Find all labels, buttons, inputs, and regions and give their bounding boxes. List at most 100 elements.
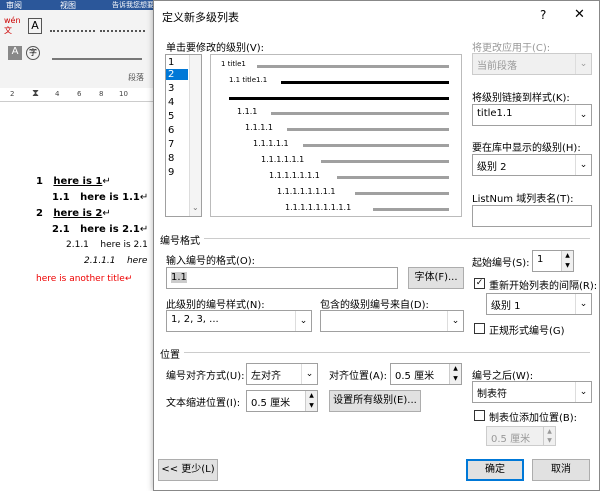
doc-heading-2[interactable]: 1.1 here is 1.1↵ [52,192,148,203]
chevron-down-icon[interactable]: ⌄ [447,311,463,331]
spin-up-icon[interactable]: ▲ [449,364,461,374]
level-item[interactable]: 7 [168,139,174,150]
number-format-input[interactable]: 1.1 [166,267,398,289]
legal-label: 正规形式编号(G) [489,326,565,337]
chevron-down-icon[interactable]: ⌄ [575,382,591,402]
preview-line-1: 1 title1 [221,60,246,68]
ruler-tick: 4 [55,90,60,98]
number-style-label: 此级别的编号样式(N): [166,300,265,311]
ruler: 2 ⧗ 4 6 8 10 [0,88,155,102]
less-button[interactable]: << 更少(L) [158,459,218,481]
doc-heading-3[interactable]: 2.1.1 here is 2.1 [66,240,148,250]
preview-line-3: 1.1.1 [237,107,258,116]
chevron-down-icon[interactable]: ⌄ [575,155,591,175]
dialog-title: 定义新多级列表 [162,11,239,24]
listnum-input[interactable] [472,205,592,227]
font-button[interactable]: 字体(F)... [408,267,464,289]
doc-heading-4[interactable]: 2.1.1.1 here [84,256,147,266]
gallery-level-select[interactable]: 级别 2 ⌄ [472,154,592,176]
preview-bar [287,128,449,131]
ruler-tick: 8 [99,90,104,98]
tab-view[interactable]: 视图 [60,0,76,11]
level-item[interactable]: 6 [168,125,174,136]
click-level-label: 单击要修改的级别(V): [166,43,265,54]
bullets-icon[interactable] [50,20,95,32]
level-item[interactable]: 5 [168,111,174,122]
indent-spinner[interactable]: 0.5 厘米 ▲ ▼ [246,390,318,412]
close-icon[interactable]: ✕ [574,7,585,22]
restart-checkbox[interactable]: ✓ [474,278,485,289]
level-item[interactable]: 9 [168,167,174,178]
align-at-label: 对齐位置(A): [329,371,388,382]
legal-checkbox[interactable] [474,323,485,334]
doc-heading-2[interactable]: 2.1 here is 2.1↵ [52,224,148,235]
alignment-label: 编号对齐方式(U): [166,371,245,382]
level-scrollbar[interactable]: ⌄ [189,55,201,216]
char-shading-icon[interactable]: A [8,46,22,60]
doc-paragraph[interactable]: here is another title↵ [36,274,132,284]
preview-line-6: 1.1.1.1.1.1 [261,155,305,164]
preview-bar [337,176,449,179]
number-style-select[interactable]: 1, 2, 3, ... ⌄ [166,310,312,332]
paragraph-group-label: 段落 [128,73,144,82]
tell-me-box[interactable]: 告诉我您想要做什么 [112,0,154,10]
start-at-spinner[interactable]: 1 ▲ ▼ [532,250,574,272]
doc-heading-1[interactable]: 2 here is 2↵ [36,208,111,219]
enclose-char-icon[interactable]: 字 [26,46,40,60]
char-border-icon[interactable]: A [28,18,42,34]
include-level-select[interactable]: ⌄ [320,310,464,332]
numbering-icon[interactable] [100,20,145,32]
position-section: 位置 [160,350,180,361]
level-item-selected[interactable]: 2 [166,69,188,80]
spin-down-icon[interactable]: ▼ [305,401,317,411]
chevron-down-icon: ⌄ [575,54,591,74]
link-style-label: 将级别链接到样式(K): [472,93,570,104]
follow-number-select[interactable]: 制表符 ⌄ [472,381,592,403]
preview-line-9: 1.1.1.1.1.1.1.1.1 [285,203,352,212]
dialog-titlebar[interactable]: 定义新多级列表 ? ✕ [154,1,599,31]
gallery-level-label: 要在库中显示的级别(H): [472,143,581,154]
level-item[interactable]: 4 [168,97,174,108]
level-item[interactable]: 3 [168,83,174,94]
ribbon: 审阅 视图 告诉我您想要做什么 wén文 A A 字 段落 [0,0,155,100]
tab-review[interactable]: 审阅 [6,0,22,11]
chevron-down-icon[interactable]: ⌄ [295,311,311,331]
align-at-spinner[interactable]: 0.5 厘米 ▲ ▼ [390,363,462,385]
level-listbox[interactable]: ⌄ 1 2 3 4 5 6 7 8 9 [165,54,202,217]
tab-stop-checkbox[interactable] [474,410,485,421]
chevron-down-icon[interactable]: ⌄ [301,364,317,384]
apply-to-label: 将更改应用于(C): [472,43,551,54]
spin-down-icon[interactable]: ▼ [449,374,461,384]
follow-number-label: 编号之后(W): [472,371,534,382]
ruler-tick: 10 [119,90,128,98]
spin-up-icon[interactable]: ▲ [305,391,317,401]
level-item[interactable]: 8 [168,153,174,164]
restart-level-select[interactable]: 级别 1 ⌄ [486,293,592,315]
preview-bar-selected [281,81,449,84]
indent-marker-icon[interactable]: ⧗ [32,88,39,99]
cancel-button[interactable]: 取消 [532,459,590,481]
set-all-levels-button[interactable]: 设置所有级别(E)... [329,390,421,412]
preview-line-7: 1.1.1.1.1.1.1 [269,171,320,180]
spin-up-icon[interactable]: ▲ [561,251,573,261]
alignment-icons[interactable] [52,46,142,60]
ok-button[interactable]: 确定 [466,459,524,481]
phonetic-guide-icon[interactable]: wén 文 [4,16,26,36]
alignment-select[interactable]: 左对齐 ⌄ [246,363,318,385]
level-item[interactable]: 1 [168,57,174,68]
indent-label: 文本缩进位置(I): [166,398,241,409]
doc-heading-1[interactable]: 1 here is 1↵ [36,176,111,187]
document-body[interactable]: 1 here is 1↵ 1.1 here is 1.1↵ 2 here is … [0,102,155,491]
chevron-down-icon[interactable]: ⌄ [575,105,591,125]
level-preview: 1 title1 1.1 title1.1 1.1.1 1.1.1.1 1.1.… [210,54,462,217]
chevron-down-icon[interactable]: ⌄ [575,294,591,314]
preview-line-5: 1.1.1.1.1 [253,139,289,148]
tab-stop-label: 制表位添加位置(B): [489,413,578,424]
enter-format-label: 输入编号的格式(O): [166,256,256,267]
scroll-down-icon[interactable]: ⌄ [192,203,199,212]
link-style-select[interactable]: title1.1 ⌄ [472,104,592,126]
ruler-tick: 2 [10,90,15,98]
spin-down-icon: ▼ [543,436,555,445]
help-button[interactable]: ? [540,8,546,22]
spin-down-icon[interactable]: ▼ [561,261,573,271]
